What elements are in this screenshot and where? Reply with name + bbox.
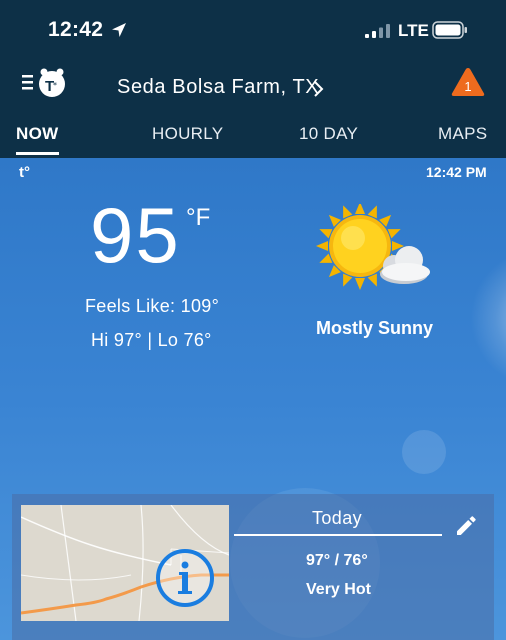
pencil-icon[interactable] (454, 514, 478, 538)
chevron-right-icon[interactable] (313, 81, 325, 97)
alert-triangle-icon[interactable]: 1 (450, 66, 486, 98)
feels-like: Feels Like: 109° (85, 296, 220, 316)
hi-lo: Hi 97° | Lo 76° (91, 330, 212, 350)
tab-maps[interactable]: MAPS (438, 124, 487, 144)
brand-mark: t° (19, 164, 30, 181)
alert-count: 1 (464, 79, 471, 94)
forecast-day: Today (312, 508, 363, 528)
forecast-description: Very Hot (306, 581, 371, 598)
info-icon[interactable] (155, 548, 215, 608)
tab-10-day[interactable]: 10 DAY (299, 124, 358, 144)
divider (234, 534, 442, 536)
location-name[interactable]: Seda Bolsa Farm, TX (117, 76, 319, 99)
tab-bar: NOW HOURLY 10 DAY MAPS (0, 108, 506, 158)
svg-text:*: * (53, 81, 57, 90)
current-temperature: 95 (90, 191, 181, 279)
forecast-hi-lo: 97° / 76° (306, 552, 368, 569)
updated-time: 12:42 PM (426, 164, 487, 180)
menu-icon[interactable]: T * (22, 66, 70, 100)
battery-icon (432, 21, 467, 39)
current-conditions: t° 12:42 PM 95 °F Feels Like: 109° Hi 97… (0, 158, 506, 640)
temperature-unit[interactable]: °F (186, 204, 210, 232)
sun-flare (470, 248, 506, 388)
status-time: 12:42 (48, 18, 104, 41)
sun-cloud-icon (316, 204, 430, 290)
condition-text: Mostly Sunny (316, 318, 434, 338)
signal-icon (365, 24, 390, 38)
status-bar: 12:42 LTE (0, 0, 506, 60)
app-header: T * Seda Bolsa Farm, TX 1 (0, 60, 506, 108)
today-forecast-card[interactable]: Today 97° / 76° Very Hot (12, 494, 494, 640)
tab-hourly[interactable]: HOURLY (152, 124, 223, 144)
network-type: LTE (398, 21, 429, 40)
app-logo-icon: T * (39, 68, 65, 97)
active-tab-indicator (16, 152, 59, 155)
tab-now[interactable]: NOW (16, 124, 58, 144)
location-arrow-icon (112, 23, 126, 37)
lens-flare (402, 430, 446, 474)
